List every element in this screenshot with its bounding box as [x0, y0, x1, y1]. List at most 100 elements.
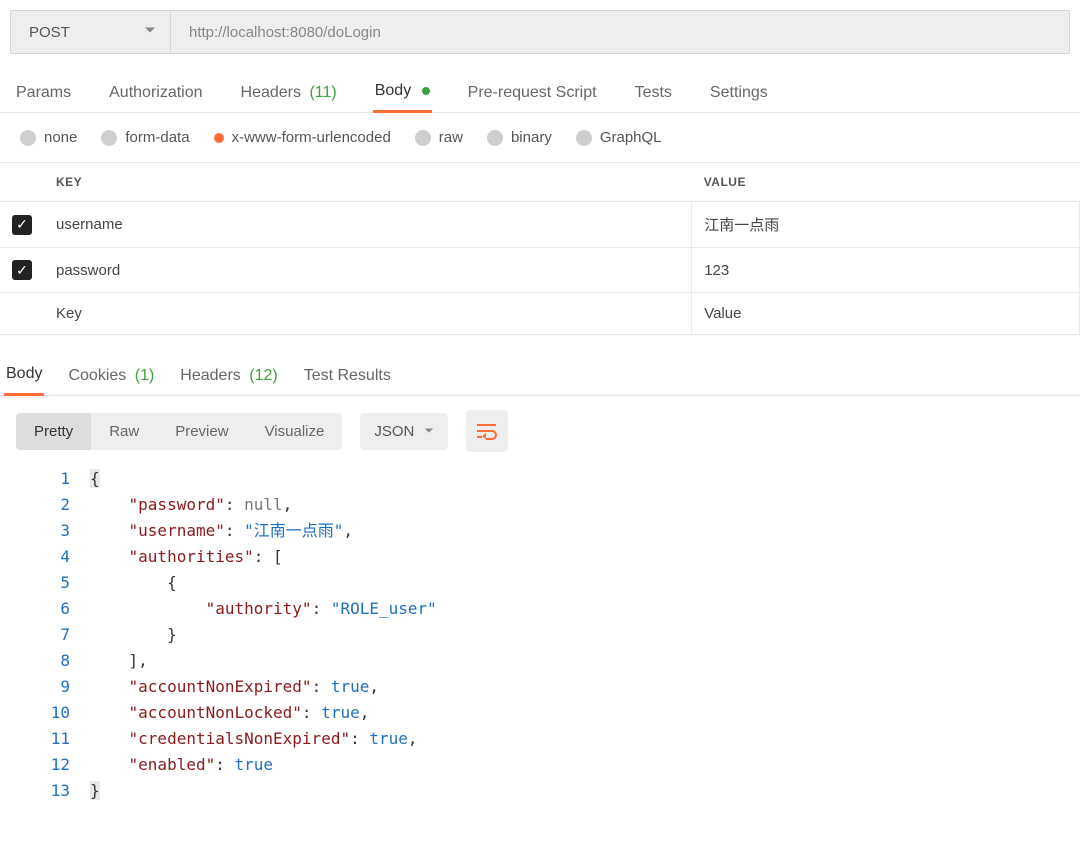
line-number: 6 [0, 596, 90, 622]
view-preview[interactable]: Preview [157, 413, 246, 450]
language-select[interactable]: JSON [360, 413, 448, 450]
code-line: 8 ], [0, 648, 1080, 674]
body-type-urlencoded[interactable]: x-www-form-urlencoded [214, 129, 391, 146]
body-type-binary[interactable]: binary [487, 129, 552, 146]
tab-headers[interactable]: Headers (11) [239, 84, 339, 112]
code-content: ], [90, 648, 148, 674]
line-number: 11 [0, 726, 90, 752]
resp-tab-cookies[interactable]: Cookies (1) [66, 367, 156, 395]
method-label: POST [29, 24, 70, 41]
code-content: "accountNonLocked": true, [90, 700, 369, 726]
line-number: 1 [0, 466, 90, 492]
response-tabs: Body Cookies (1) Headers (12) Test Resul… [0, 345, 1080, 396]
tab-body[interactable]: Body [373, 82, 432, 113]
chevron-down-icon [144, 24, 156, 41]
code-line: 12 "enabled": true [0, 752, 1080, 778]
view-segment: Pretty Raw Preview Visualize [16, 413, 342, 450]
method-select[interactable]: POST [11, 11, 171, 53]
tab-prerequest[interactable]: Pre-request Script [466, 84, 599, 112]
code-line: 9 "accountNonExpired": true, [0, 674, 1080, 700]
line-number: 13 [0, 778, 90, 804]
kv-key-cell[interactable]: password [44, 248, 692, 293]
table-row: ✓ password123 [0, 248, 1080, 293]
radio-icon [214, 133, 224, 143]
tab-tests[interactable]: Tests [633, 84, 674, 112]
kv-table: KEY VALUE ✓ username江南一点雨 ✓ password123KeyV… [0, 163, 1080, 335]
resp-cookies-count: (1) [135, 367, 155, 384]
checkbox-icon[interactable]: ✓ [12, 260, 32, 280]
code-content: "username": "江南一点雨", [90, 518, 353, 544]
language-label: JSON [374, 423, 414, 440]
kv-value-cell[interactable]: 123 [692, 248, 1080, 293]
code-content: "authority": "ROLE_user" [90, 596, 437, 622]
tab-settings[interactable]: Settings [708, 84, 770, 112]
resp-tab-body[interactable]: Body [4, 365, 44, 396]
tab-body-label: Body [375, 82, 411, 99]
radio-icon [415, 130, 431, 146]
radio-icon [576, 130, 592, 146]
wrap-lines-button[interactable] [466, 410, 508, 452]
line-number: 5 [0, 570, 90, 596]
line-number: 8 [0, 648, 90, 674]
response-body-viewer[interactable]: 1{2 "password": null,3 "username": "江南一点… [0, 460, 1080, 824]
body-type-graphql[interactable]: GraphQL [576, 129, 662, 146]
code-content: "enabled": true [90, 752, 273, 778]
resp-headers-count: (12) [249, 367, 277, 384]
body-type-label: GraphQL [600, 129, 662, 146]
radio-icon [20, 130, 36, 146]
body-type-label: none [44, 129, 77, 146]
code-line: 11 "credentialsNonExpired": true, [0, 726, 1080, 752]
body-types: none form-data x-www-form-urlencoded raw… [0, 113, 1080, 163]
tab-params[interactable]: Params [14, 84, 73, 112]
chevron-down-icon [424, 423, 434, 440]
code-line: 3 "username": "江南一点雨", [0, 518, 1080, 544]
resp-tab-headers[interactable]: Headers (12) [178, 367, 279, 395]
tab-headers-count: (11) [309, 84, 336, 101]
code-content: "credentialsNonExpired": true, [90, 726, 418, 752]
line-number: 2 [0, 492, 90, 518]
view-toolbar: Pretty Raw Preview Visualize JSON [0, 396, 1080, 460]
kv-value-cell[interactable]: 江南一点雨 [692, 202, 1080, 248]
code-line: 13} [0, 778, 1080, 804]
resp-tab-tests[interactable]: Test Results [302, 367, 393, 395]
code-content: { [90, 570, 177, 596]
kv-key-cell[interactable]: username [44, 202, 692, 248]
url-bar: POST [10, 10, 1070, 54]
url-input[interactable] [171, 11, 1069, 53]
code-line: 6 "authority": "ROLE_user" [0, 596, 1080, 622]
body-type-label: raw [439, 129, 463, 146]
body-type-raw[interactable]: raw [415, 129, 463, 146]
body-type-label: x-www-form-urlencoded [232, 129, 391, 146]
kv-value-placeholder[interactable]: Value [692, 293, 1080, 335]
body-type-none[interactable]: none [20, 129, 77, 146]
code-content: } [90, 622, 177, 648]
code-content: "password": null, [90, 492, 292, 518]
line-number: 7 [0, 622, 90, 648]
tab-headers-label: Headers [241, 84, 301, 101]
line-number: 4 [0, 544, 90, 570]
checkbox-icon[interactable]: ✓ [12, 215, 32, 235]
code-line: 4 "authorities": [ [0, 544, 1080, 570]
kv-key-placeholder[interactable]: Key [44, 293, 692, 335]
code-line: 1{ [0, 466, 1080, 492]
resp-cookies-label: Cookies [68, 367, 126, 384]
code-content: } [90, 778, 100, 804]
code-line: 7 } [0, 622, 1080, 648]
request-tabs: Params Authorization Headers (11) Body P… [0, 54, 1080, 113]
body-type-label: form-data [125, 129, 189, 146]
code-content: "authorities": [ [90, 544, 283, 570]
table-row: ✓ username江南一点雨 [0, 202, 1080, 248]
code-content: "accountNonExpired": true, [90, 674, 379, 700]
table-row: KeyValue [0, 293, 1080, 335]
tab-authorization[interactable]: Authorization [107, 84, 204, 112]
radio-icon [101, 130, 117, 146]
line-number: 10 [0, 700, 90, 726]
body-type-formdata[interactable]: form-data [101, 129, 189, 146]
resp-headers-label: Headers [180, 367, 240, 384]
wrap-icon [476, 422, 498, 440]
view-pretty[interactable]: Pretty [16, 413, 91, 450]
kv-header-key: KEY [44, 163, 692, 202]
kv-header-value: VALUE [692, 163, 1080, 202]
view-raw[interactable]: Raw [91, 413, 157, 450]
view-visualize[interactable]: Visualize [247, 413, 343, 450]
